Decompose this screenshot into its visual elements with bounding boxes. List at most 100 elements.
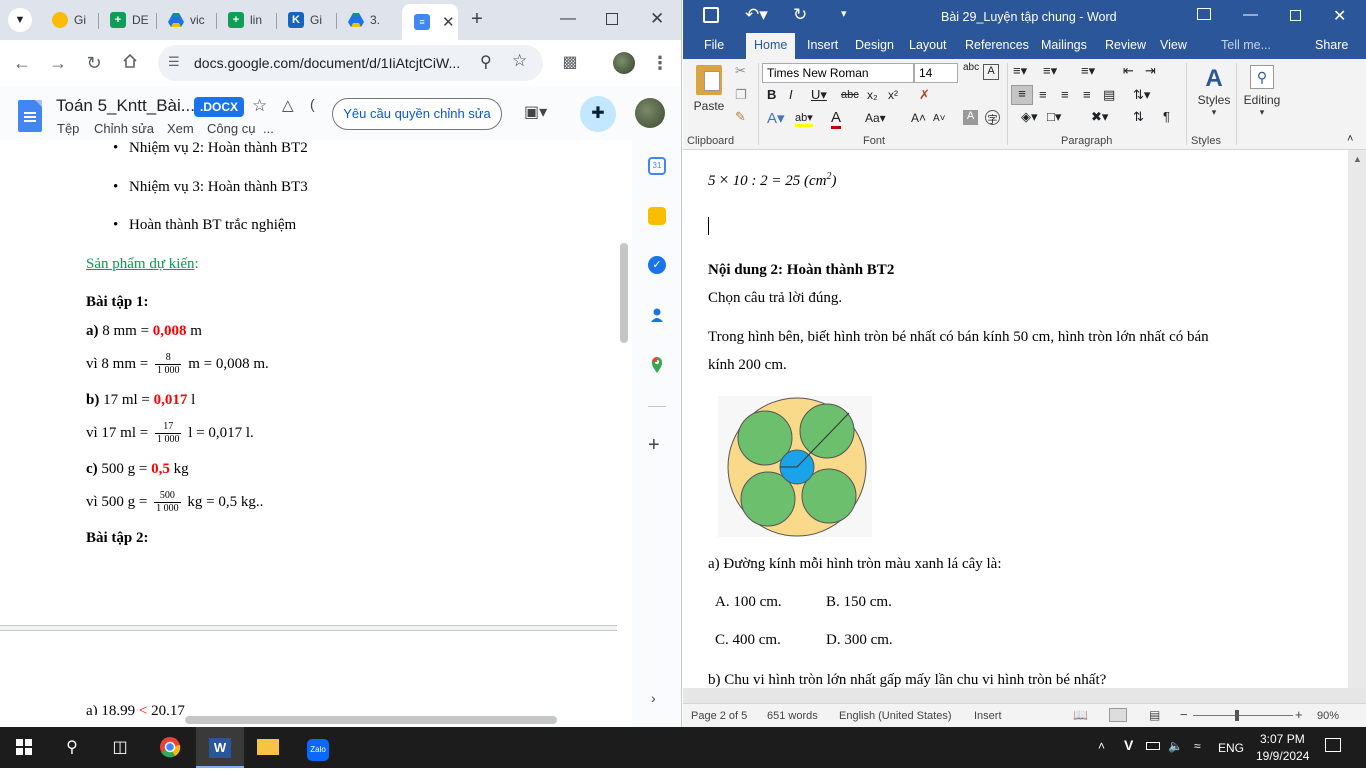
menu-view[interactable]: Xem (167, 121, 194, 136)
subscript-icon[interactable]: x₂ (867, 88, 878, 102)
keep-icon[interactable] (648, 207, 666, 225)
bullets-icon[interactable]: ≡▾ (1013, 63, 1027, 79)
star-icon[interactable]: ☆ (252, 96, 267, 116)
clear-formatting-icon[interactable]: A (983, 64, 999, 80)
enclose-characters-icon[interactable]: 字 (985, 110, 1000, 126)
back-icon[interactable]: ← (10, 51, 34, 75)
browser-tab[interactable]: vic (156, 6, 216, 34)
browser-tab[interactable]: + DE (98, 6, 156, 34)
more-icon[interactable]: ( (310, 96, 315, 112)
print-layout-icon[interactable] (1109, 708, 1127, 722)
align-left-icon[interactable]: ≡ (1011, 85, 1033, 105)
bold-icon[interactable]: B (767, 87, 776, 102)
tasks-icon[interactable]: ✓ (648, 256, 666, 274)
url-text[interactable]: docs.google.com/document/d/1IiAtcjtCiW..… (194, 55, 460, 71)
search-icon[interactable]: ⚲ (48, 727, 96, 768)
show-hidden-icons[interactable]: ˄ (1098, 739, 1105, 753)
text-effects-icon[interactable]: A▾ (767, 109, 785, 127)
tab-references[interactable]: References (965, 38, 1029, 52)
tab-file[interactable]: File (704, 38, 724, 52)
editing-button[interactable]: ⚲ Editing ▾ (1241, 65, 1283, 118)
shrink-font-icon[interactable]: A˅ (933, 113, 946, 124)
format-painter-icon[interactable]: ✎ (735, 109, 746, 125)
numbering-icon[interactable]: ≡▾ (1043, 63, 1057, 79)
forward-icon[interactable]: → (46, 51, 70, 75)
browser-tab-active[interactable]: ≡ ✕ (402, 4, 458, 40)
close-window-icon[interactable]: ✕ (1333, 6, 1346, 26)
redo-icon[interactable]: ↻ (793, 5, 807, 25)
shading-icon[interactable]: ◈▾ (1021, 109, 1038, 125)
network-icon[interactable]: ≈ (1194, 739, 1201, 753)
new-tab-button[interactable]: + (466, 8, 488, 30)
request-edit-access-button[interactable]: Yêu cầu quyền chỉnh sửa (332, 98, 502, 130)
menu-file[interactable]: Tệp (57, 121, 79, 136)
zoom-slider[interactable] (1193, 715, 1293, 716)
chrome-taskbar-icon[interactable] (146, 727, 194, 768)
contacts-icon[interactable] (648, 306, 666, 324)
drive-status-icon[interactable]: △ (282, 96, 294, 114)
styles-button[interactable]: A Styles ▾ (1194, 65, 1234, 118)
meet-icon[interactable]: ▣▾ (524, 102, 547, 122)
change-case-icon[interactable]: abc (963, 62, 979, 73)
menu-more[interactable]: ... (263, 121, 274, 136)
zoom-out-icon[interactable]: − (1180, 707, 1188, 722)
underline-icon[interactable]: U▾ (811, 87, 827, 103)
undo-icon[interactable]: ↶▾ (745, 5, 768, 25)
change-case-dropdown-icon[interactable]: Aa▾ (865, 111, 886, 125)
font-size-select[interactable]: 14 (914, 63, 958, 83)
site-info-icon[interactable]: ☰ (168, 54, 180, 70)
tab-design[interactable]: Design (855, 38, 894, 52)
share-button[interactable]: Share (1315, 38, 1348, 52)
word-taskbar-icon[interactable]: W (196, 727, 244, 768)
tab-home[interactable]: Home (746, 33, 796, 59)
zoom-in-icon[interactable]: + (1295, 707, 1303, 722)
font-name-select[interactable]: Times New Roman (762, 63, 914, 83)
google-docs-logo-icon[interactable] (18, 100, 42, 132)
add-addon-icon[interactable]: + (648, 434, 660, 457)
tab-search-button[interactable]: ▼ (8, 8, 32, 32)
save-icon[interactable] (703, 7, 719, 23)
menu-tools[interactable]: Công cụ (207, 121, 255, 136)
customize-quick-access-icon[interactable]: ▾ (841, 7, 847, 20)
maximize-icon[interactable] (606, 13, 618, 25)
horizontal-scrollbar[interactable] (185, 716, 557, 724)
zalo-icon[interactable]: Zalo (294, 727, 342, 768)
multilevel-list-icon[interactable]: ≡▾ (1081, 63, 1095, 79)
strikethrough-icon[interactable]: abc (841, 89, 859, 101)
word-count[interactable]: 651 words (767, 710, 818, 722)
notification-center-icon[interactable] (1325, 738, 1341, 752)
close-tab-icon[interactable]: ✕ (442, 13, 455, 31)
highlight-icon[interactable]: ab▾ (795, 111, 813, 127)
chinese-layout-icon[interactable]: ✖▾ (1091, 109, 1108, 125)
page-count[interactable]: Page 2 of 5 (691, 710, 747, 722)
tell-me-search[interactable]: Tell me... (1221, 38, 1271, 52)
menu-edit[interactable]: Chỉnh sửa (94, 121, 154, 136)
borders-icon[interactable]: □▾ (1047, 109, 1061, 125)
decrease-indent-icon[interactable]: ⇤ (1123, 63, 1134, 79)
browser-tab[interactable]: Gi (40, 6, 98, 34)
address-bar[interactable]: ☰ docs.google.com/document/d/1IiAtcjtCiW… (158, 45, 543, 81)
profile-avatar[interactable] (613, 52, 635, 74)
document-body[interactable]: Nhiệm vụ 2: Hoàn thành BT2 Nhiệm vụ 3: H… (0, 140, 640, 715)
align-center-icon[interactable]: ≡ (1039, 87, 1047, 102)
ribbon-display-icon[interactable] (1197, 8, 1211, 20)
vertical-scrollbar[interactable] (620, 243, 628, 343)
language-indicator[interactable]: ENG (1218, 741, 1244, 755)
tab-view[interactable]: View (1160, 38, 1187, 52)
bookmark-star-icon[interactable]: ☆ (512, 51, 527, 71)
clock-date[interactable]: 19/9/2024 (1256, 749, 1309, 763)
close-window-icon[interactable]: ✕ (650, 9, 664, 29)
tab-layout[interactable]: Layout (909, 38, 947, 52)
minimize-icon[interactable]: — (558, 10, 578, 30)
character-shading-icon[interactable]: A (963, 110, 978, 125)
maps-icon[interactable] (648, 356, 666, 374)
vertical-scrollbar[interactable]: ▲ (1348, 150, 1366, 688)
web-layout-icon[interactable]: ▤ (1149, 708, 1160, 722)
start-icon[interactable] (0, 727, 48, 768)
justify-icon[interactable]: ≡ (1083, 87, 1091, 102)
paste-button[interactable]: Paste (691, 65, 727, 113)
grow-font-icon[interactable]: A˄ (911, 111, 926, 125)
read-mode-icon[interactable]: 📖 (1073, 708, 1088, 722)
zoom-slider-thumb[interactable] (1235, 710, 1239, 721)
line-spacing-icon[interactable]: ⇅▾ (1133, 87, 1150, 103)
